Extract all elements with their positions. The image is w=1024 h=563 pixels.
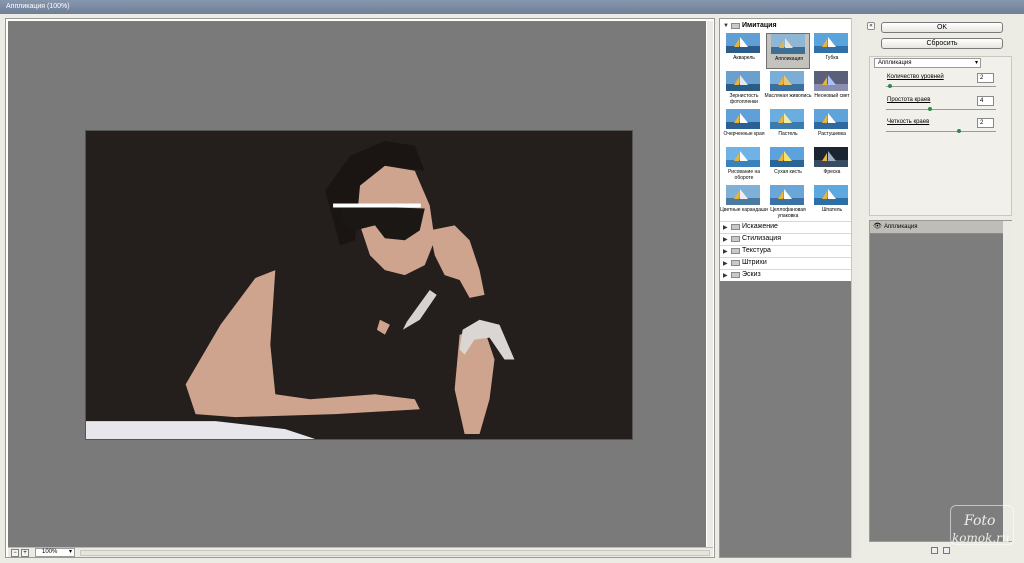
folder-icon (731, 224, 740, 230)
triangle-right-icon: ▶ (723, 225, 728, 231)
gallery-empty-area (720, 281, 852, 557)
folder-icon (731, 260, 740, 266)
preview-image (85, 130, 633, 440)
filter-thumb[interactable]: Масляная живопись (765, 71, 811, 107)
filter-thumb-image (814, 33, 848, 53)
filter-thumb[interactable]: Цветные карандаши (720, 185, 768, 221)
edge-simplicity-label: Простота краев (887, 97, 931, 103)
filter-thumb[interactable]: Зернистость фотопленки (722, 71, 766, 107)
category-sketch[interactable]: ▶ Эскиз (720, 269, 852, 280)
category-label: Стилизация (742, 235, 781, 242)
triangle-right-icon: ▶ (723, 237, 728, 243)
preview-statusbar: − + 100% ▾ (8, 547, 713, 557)
filter-thumb[interactable]: Неоновый свет (810, 71, 854, 107)
layers-scrollbar[interactable] (1003, 221, 1012, 541)
filter-select-value: Аппликация (878, 60, 912, 66)
category-label: Искажение (742, 223, 778, 230)
levels-input[interactable]: 2 (977, 73, 994, 83)
triangle-right-icon: ▶ (723, 273, 728, 279)
category-label: Имитация (742, 22, 777, 29)
filter-thumb-image (770, 185, 804, 205)
filter-thumb-image (771, 34, 805, 54)
zoom-select[interactable]: 100% ▾ (35, 548, 75, 557)
edge-simplicity-slider[interactable] (886, 107, 996, 111)
levels-label: Количество уровней (887, 74, 944, 80)
edge-fidelity-slider[interactable] (886, 129, 996, 133)
filter-thumb-image (770, 109, 804, 129)
watermark: Foto komok.ru (950, 505, 1016, 551)
preview-canvas[interactable] (8, 21, 706, 547)
filter-thumb-image (814, 109, 848, 129)
zoom-out-button[interactable]: − (11, 549, 19, 557)
filter-thumb-image (770, 147, 804, 167)
filter-thumb[interactable]: Сухая кисть (766, 147, 810, 183)
watermark-line2: komok.ru (952, 531, 1010, 545)
filter-gallery: ▼ Имитация Акварель Аппликация Губка Зернис… (719, 18, 859, 558)
zoom-value: 100% (42, 549, 58, 555)
filter-thumb[interactable]: Пастель (766, 109, 810, 145)
reset-button[interactable]: Сбросить (881, 38, 1003, 49)
trash-icon[interactable] (943, 547, 950, 554)
preview-vertical-scrollbar[interactable] (707, 21, 713, 547)
category-label: Штрихи (742, 259, 767, 266)
filter-thumb-image (726, 147, 760, 167)
slider-knob[interactable] (957, 129, 962, 133)
preview-panel: − + 100% ▾ (5, 18, 715, 558)
triangle-right-icon: ▶ (723, 249, 728, 255)
category-label: Эскиз (742, 271, 761, 278)
filter-thumb-image (726, 109, 760, 129)
new-layer-icon[interactable] (931, 547, 938, 554)
zoom-in-button[interactable]: + (21, 549, 29, 557)
filter-thumb-image (814, 71, 848, 91)
filter-thumb-image (814, 185, 848, 205)
filter-thumb-image (726, 185, 760, 205)
levels-slider[interactable] (886, 84, 996, 88)
preview-horizontal-scrollbar[interactable] (80, 550, 710, 556)
filter-thumb-image (726, 33, 760, 53)
gallery-scrollbar[interactable] (851, 18, 859, 558)
filter-thumb[interactable]: Рисование на обороте (722, 147, 766, 183)
filter-thumb[interactable]: Целлофановая упаковка (766, 185, 810, 221)
filter-select[interactable]: Аппликация ▾ (874, 58, 981, 68)
folder-icon (731, 236, 740, 242)
effect-layers-panel: 👁 Аппликация (869, 220, 1012, 542)
filter-thumb[interactable]: Аппликация (766, 33, 810, 69)
folder-icon (731, 23, 740, 29)
filter-thumb[interactable]: Фреска (810, 147, 854, 183)
ok-button[interactable]: OK (881, 22, 1003, 33)
window-title: Аппликация (100%) (6, 3, 70, 10)
filter-thumb[interactable]: Очерченные края (722, 109, 766, 145)
filter-thumb[interactable]: Растушевка (810, 109, 854, 145)
edge-simplicity-input[interactable]: 4 (977, 96, 994, 106)
triangle-right-icon: ▶ (723, 261, 728, 267)
filter-thumb[interactable]: Шпатель (810, 185, 854, 221)
filter-thumb[interactable]: Акварель (722, 33, 766, 69)
effect-layer-row[interactable]: 👁 Аппликация (870, 221, 1003, 234)
effect-layer-label: Аппликация (884, 224, 918, 230)
chevron-down-icon: ▾ (68, 549, 72, 555)
edge-fidelity-label: Четкость краев (887, 119, 930, 125)
filter-thumb-image (770, 71, 804, 91)
category-stylize[interactable]: ▶ Стилизация (720, 233, 852, 244)
filter-thumb-image (726, 71, 760, 91)
filter-thumb-image (814, 147, 848, 167)
category-texture[interactable]: ▶ Текстура (720, 245, 852, 256)
applique-photo (86, 131, 632, 439)
category-strokes[interactable]: ▶ Штрихи (720, 257, 852, 268)
triangle-down-icon: ▼ (723, 23, 729, 29)
category-distort[interactable]: ▶ Искажение (720, 221, 852, 232)
folder-icon (731, 248, 740, 254)
category-label: Текстура (742, 247, 771, 254)
folder-icon (731, 272, 740, 278)
filter-thumb[interactable]: Губка (810, 33, 854, 69)
eye-icon[interactable]: 👁 (873, 223, 882, 231)
collapse-gallery-button[interactable]: « (867, 22, 875, 30)
category-imitation[interactable]: ▼ Имитация (720, 21, 852, 31)
edge-fidelity-input[interactable]: 2 (977, 118, 994, 128)
watermark-line1: Foto (964, 513, 996, 529)
window-titlebar: Аппликация (100%) (0, 0, 1024, 14)
chevron-down-icon: ▾ (974, 60, 978, 66)
